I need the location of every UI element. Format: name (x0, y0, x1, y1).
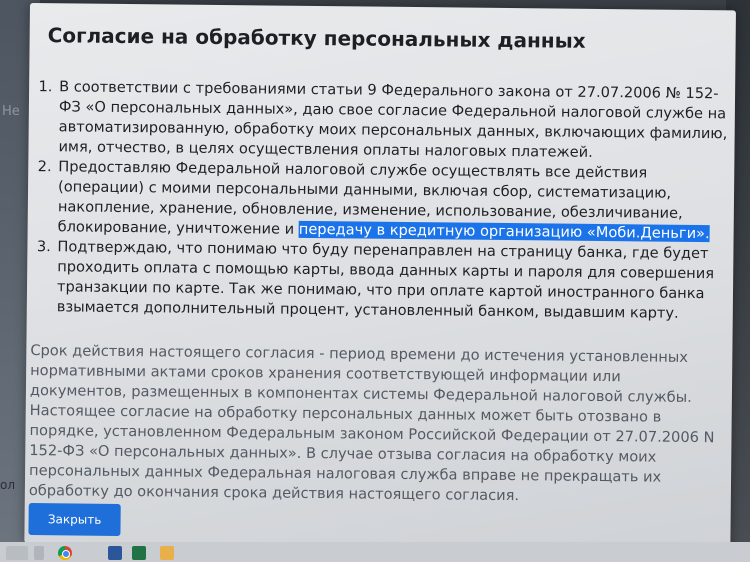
list-item: В соответствии с требованиями статьи 9 Ф… (56, 77, 737, 164)
list-item: Предоставляю Федеральной налоговой служб… (56, 157, 737, 244)
background-text: Не (2, 104, 20, 119)
modal-title: Согласие на обработку персональных данны… (47, 23, 586, 53)
excel-icon[interactable] (132, 546, 146, 560)
chrome-icon[interactable] (58, 546, 72, 560)
word-icon[interactable] (108, 546, 122, 560)
list-item: Подтверждаю, что понимаю что буду перена… (55, 237, 736, 324)
background-text: ол (0, 478, 16, 492)
taskbar-app-icon[interactable] (6, 546, 28, 560)
taskbar-app-icon[interactable] (34, 546, 44, 560)
file-explorer-icon[interactable] (160, 546, 174, 560)
list-item-text: Подтверждаю, что понимаю что буду перена… (56, 238, 715, 322)
close-button[interactable]: Закрыть (28, 503, 121, 536)
taskbar (0, 542, 750, 562)
consent-duration-note: Срок действия настоящего согласия - пери… (28, 342, 715, 505)
consent-modal: Согласие на обработку персональных данны… (24, 3, 737, 551)
consent-terms-list: В соответствии с требованиями статьи 9 Ф… (33, 77, 737, 324)
list-item-text: В соответствии с требованиями статьи 9 Ф… (58, 78, 728, 161)
selected-text[interactable]: передачу в кредитную организацию «Моби.Д… (298, 220, 710, 243)
